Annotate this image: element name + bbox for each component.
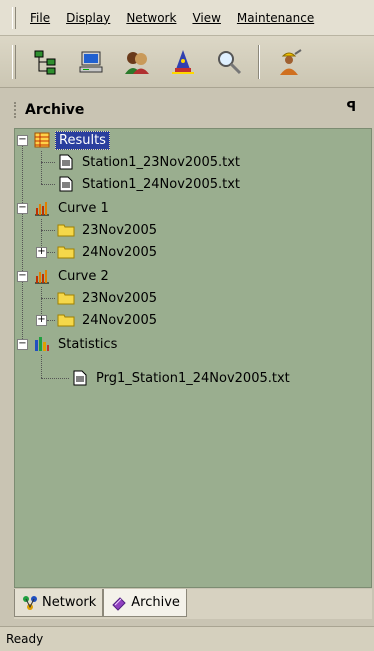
tree-line bbox=[41, 298, 55, 299]
wizard-icon bbox=[172, 49, 194, 74]
statistics-chart-icon bbox=[33, 335, 51, 353]
status-text: Ready bbox=[6, 632, 44, 646]
computer-icon bbox=[79, 51, 103, 72]
toolbar-separator bbox=[258, 44, 260, 79]
collapse-curve1-icon[interactable]: − bbox=[17, 203, 28, 214]
folder-icon bbox=[57, 289, 75, 307]
tree-node-label: Results bbox=[55, 130, 110, 150]
toolbar-grip[interactable] bbox=[12, 44, 16, 79]
tree-node-curve1-folder-1[interactable]: 23Nov2005 bbox=[57, 219, 160, 241]
tab-network[interactable]: Network bbox=[14, 589, 104, 617]
tree-node-label: 24Nov2005 bbox=[82, 244, 157, 260]
menu-network-label: Network bbox=[126, 10, 177, 25]
tree-line bbox=[41, 151, 42, 184]
maintenance-button[interactable] bbox=[271, 45, 307, 79]
magnifier-icon bbox=[218, 50, 242, 74]
menu-file-label: File bbox=[30, 10, 51, 25]
tree-node-results-file-2[interactable]: Station1_24Nov2005.txt bbox=[57, 173, 243, 195]
tree-node-results-file-1[interactable]: Station1_23Nov2005.txt bbox=[57, 151, 243, 173]
toolbar bbox=[0, 36, 374, 88]
tree-node-label: Curve 2 bbox=[58, 268, 109, 284]
folder-icon bbox=[57, 311, 75, 329]
wizard-button[interactable] bbox=[165, 45, 201, 79]
tab-archive-label: Archive bbox=[131, 595, 180, 610]
worker-icon bbox=[280, 48, 302, 75]
curve-chart-icon bbox=[33, 199, 51, 217]
tree-node-label: Statistics bbox=[58, 336, 118, 352]
network-tree-icon bbox=[34, 50, 56, 74]
menu-file[interactable]: File bbox=[22, 11, 58, 25]
menu-display[interactable]: Display bbox=[58, 11, 118, 25]
users-icon bbox=[125, 51, 149, 74]
users-button[interactable] bbox=[119, 45, 155, 79]
panel-tabs: Network Archive bbox=[14, 589, 372, 619]
tree-node-label: Station1_23Nov2005.txt bbox=[82, 154, 241, 170]
tree-line bbox=[47, 320, 55, 321]
tree-node-label: 23Nov2005 bbox=[82, 290, 157, 306]
pin-icon[interactable]: ꟼ bbox=[346, 100, 356, 115]
results-table-icon bbox=[33, 131, 51, 149]
search-button[interactable] bbox=[211, 45, 247, 79]
tree-node-label: 24Nov2005 bbox=[82, 312, 157, 328]
folder-icon bbox=[57, 243, 75, 261]
tree-node-label: Prg1_Station1_24Nov2005.txt bbox=[96, 370, 290, 386]
text-file-icon bbox=[71, 369, 89, 387]
tree-line bbox=[41, 162, 55, 163]
text-file-icon bbox=[57, 153, 75, 171]
tree-node-curve-1[interactable]: Curve 1 bbox=[33, 197, 112, 219]
collapse-statistics-icon[interactable]: − bbox=[17, 339, 28, 350]
expand-curve1-folder-2-icon[interactable]: + bbox=[36, 247, 47, 258]
network-tab-icon bbox=[21, 594, 39, 612]
menu-bar: File Display Network View Maintenance bbox=[0, 0, 374, 36]
tree-node-curve1-folder-2[interactable]: 24Nov2005 bbox=[57, 241, 160, 263]
panel-title: Archive bbox=[25, 102, 85, 118]
text-file-icon bbox=[57, 175, 75, 193]
tree-node-statistics[interactable]: Statistics bbox=[33, 333, 120, 355]
tree-line bbox=[41, 184, 55, 185]
menu-maintenance-label: Maintenance bbox=[236, 10, 315, 25]
tree-node-label: Station1_24Nov2005.txt bbox=[82, 176, 241, 192]
menu-network[interactable]: Network bbox=[118, 11, 184, 25]
tree-line bbox=[41, 378, 69, 379]
menu-grip[interactable] bbox=[12, 6, 16, 29]
folder-icon bbox=[57, 221, 75, 239]
collapse-results-icon[interactable]: − bbox=[17, 135, 28, 146]
tree-node-curve-2[interactable]: Curve 2 bbox=[33, 265, 112, 287]
tab-archive[interactable]: Archive bbox=[103, 589, 187, 617]
network-tree-button[interactable] bbox=[27, 45, 63, 79]
archive-panel-header: Archive ꟼ bbox=[14, 96, 364, 124]
archive-tree[interactable]: − Results Station1_23Nov2005.txt Station… bbox=[14, 128, 372, 588]
menu-maintenance[interactable]: Maintenance bbox=[229, 11, 322, 25]
tab-network-label: Network bbox=[42, 595, 97, 610]
menu-display-label: Display bbox=[66, 10, 111, 25]
panel-grip[interactable] bbox=[14, 102, 17, 118]
expand-curve2-folder-2-icon[interactable]: + bbox=[36, 315, 47, 326]
tree-node-curve2-folder-1[interactable]: 23Nov2005 bbox=[57, 287, 160, 309]
status-bar: Ready bbox=[0, 626, 374, 651]
tree-node-label: 23Nov2005 bbox=[82, 222, 157, 238]
curve-chart-icon bbox=[33, 267, 51, 285]
tree-node-curve2-folder-2[interactable]: 24Nov2005 bbox=[57, 309, 160, 331]
tree-line bbox=[41, 355, 42, 378]
tree-node-statistics-file-1[interactable]: Prg1_Station1_24Nov2005.txt bbox=[71, 367, 293, 389]
collapse-curve2-icon[interactable]: − bbox=[17, 271, 28, 282]
computer-button[interactable] bbox=[73, 45, 109, 79]
menu-view-label: View bbox=[192, 10, 221, 25]
tree-node-label: Curve 1 bbox=[58, 200, 109, 216]
archive-tab-icon bbox=[110, 594, 128, 612]
menu-view[interactable]: View bbox=[184, 11, 228, 25]
tree-node-results[interactable]: Results bbox=[33, 129, 110, 151]
tree-line bbox=[47, 252, 55, 253]
tree-line bbox=[22, 143, 23, 349]
tree-line bbox=[41, 230, 55, 231]
